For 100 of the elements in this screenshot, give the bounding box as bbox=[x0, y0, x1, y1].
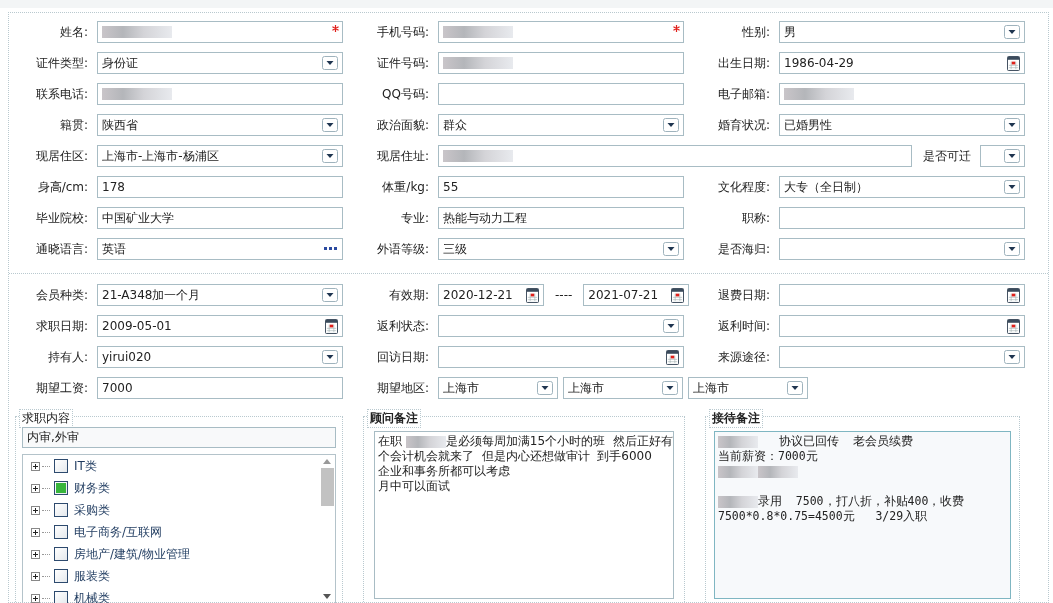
dropdown[interactable] bbox=[779, 238, 1025, 260]
tree-item[interactable]: 房地产/建筑/物业管理 bbox=[74, 545, 191, 563]
text-field[interactable] bbox=[97, 21, 343, 43]
checkbox[interactable] bbox=[54, 503, 68, 517]
checkbox[interactable] bbox=[54, 569, 68, 583]
dropdown[interactable]: 已婚男性 bbox=[779, 114, 1025, 136]
notes-textarea[interactable]: 在职 是必须每周加满15个小时的班 然后正好有 个会计机会就来了 但是内心还想做审计 到手6000 企业和事务所都可以考虑 月中可以面试 bbox=[374, 431, 674, 599]
field-label: 期望工资: bbox=[34, 380, 88, 397]
text-field[interactable]: 内审,外审 bbox=[22, 427, 336, 448]
fieldset-title: 顾问备注 bbox=[367, 409, 421, 428]
text-field[interactable] bbox=[438, 21, 684, 43]
expand-icon[interactable] bbox=[31, 549, 40, 559]
date-field[interactable] bbox=[438, 346, 684, 368]
lookup-field[interactable]: 英语 bbox=[97, 238, 343, 260]
dropdown[interactable]: 三级 bbox=[438, 238, 684, 260]
checkbox[interactable] bbox=[54, 481, 68, 495]
scrollbar-thumb[interactable] bbox=[320, 468, 334, 506]
text-field[interactable]: 热能与动力工程 bbox=[438, 207, 684, 229]
field-label: 返利时间: bbox=[716, 318, 770, 335]
tree-item[interactable]: 机械类 bbox=[74, 589, 110, 603]
blurred-text bbox=[718, 435, 758, 448]
checkbox[interactable] bbox=[54, 459, 68, 473]
text-field[interactable] bbox=[97, 83, 343, 105]
field-label: 来源途径: bbox=[716, 349, 770, 366]
dropdown[interactable]: 上海市 bbox=[563, 377, 683, 399]
dropdown[interactable]: 大专（全日制） bbox=[779, 176, 1025, 198]
field-label: 专业: bbox=[399, 210, 429, 227]
text-field[interactable]: 55 bbox=[438, 176, 684, 198]
expand-icon[interactable] bbox=[31, 527, 40, 537]
field-label: 退费日期: bbox=[716, 287, 770, 304]
dropdown[interactable]: 上海市 bbox=[438, 377, 558, 399]
field-label: 现居住区: bbox=[34, 148, 88, 165]
tree-item[interactable]: 服装类 bbox=[74, 567, 110, 585]
checkbox[interactable] bbox=[54, 547, 68, 561]
dropdown[interactable]: 群众 bbox=[438, 114, 684, 136]
dropdown[interactable]: 21-A348加一个月 bbox=[97, 284, 343, 306]
field-label: 体重/kg: bbox=[381, 179, 429, 196]
tree-item[interactable]: 采购类 bbox=[74, 501, 110, 519]
note-text: 是必须每周加满15个小时的班 然后正好有 bbox=[445, 434, 673, 448]
scroll-up-icon[interactable] bbox=[323, 459, 331, 464]
field-label: 婚育状况: bbox=[716, 117, 770, 134]
expand-icon[interactable] bbox=[31, 483, 40, 493]
field-label: 政治面貌: bbox=[375, 117, 429, 134]
calendar-icon bbox=[325, 318, 338, 334]
field-label: 证件号码: bbox=[375, 55, 429, 72]
field-label: 毕业院校: bbox=[34, 210, 88, 227]
text-field[interactable] bbox=[438, 52, 684, 74]
dropdown[interactable]: 男 bbox=[779, 21, 1025, 43]
note-text: 月中可以面试 bbox=[378, 479, 450, 493]
blurred-text bbox=[405, 435, 446, 448]
checkbox[interactable] bbox=[54, 525, 68, 539]
date-field[interactable] bbox=[779, 315, 1025, 337]
dropdown[interactable] bbox=[779, 346, 1025, 368]
expand-icon[interactable] bbox=[31, 461, 40, 471]
note-text: 企业和事务所都可以考虑 bbox=[378, 464, 510, 478]
fieldset-title: 求职内容 bbox=[19, 409, 73, 428]
dropdown[interactable] bbox=[980, 145, 1025, 167]
date-field[interactable] bbox=[779, 284, 1025, 306]
note-text: 个会计机会就来了 但是内心还想做审计 到手6000 bbox=[378, 449, 652, 463]
text-field[interactable] bbox=[779, 83, 1025, 105]
dropdown[interactable]: 陕西省 bbox=[97, 114, 343, 136]
notes-textarea[interactable]: 协议已回传 老会员续费 当前薪资：7000元 录用 7500，打八折，补贴400，收费 7500*0.8*0.75=4500元 3/29入职 bbox=[714, 431, 1011, 599]
expand-icon[interactable] bbox=[31, 571, 40, 581]
date-field[interactable]: 2009-05-01 bbox=[97, 315, 343, 337]
field-label: 电子邮箱: bbox=[716, 86, 770, 103]
field-label: 证件类型: bbox=[34, 55, 88, 72]
tree-item[interactable]: 电子商务/互联网 bbox=[74, 523, 163, 541]
checkbox[interactable] bbox=[54, 591, 68, 603]
field-label: 职称: bbox=[740, 210, 770, 227]
field-label: 出生日期: bbox=[716, 55, 770, 72]
text-field[interactable]: 中国矿业大学 bbox=[97, 207, 343, 229]
scroll-down-icon[interactable] bbox=[323, 594, 331, 599]
blurred-text bbox=[718, 495, 758, 508]
fieldset-title: 接待备注 bbox=[709, 409, 763, 428]
field-label: 联系电话: bbox=[34, 86, 88, 103]
calendar-icon bbox=[671, 287, 685, 303]
calendar-icon bbox=[666, 349, 679, 365]
field-label: 有效期: bbox=[387, 287, 429, 304]
note-text: 录用 7500，打八折，补贴400，收费 bbox=[758, 494, 965, 508]
field-label: 通晓语言: bbox=[34, 241, 88, 258]
text-field[interactable] bbox=[779, 207, 1025, 229]
dropdown[interactable]: 上海市-上海市-杨浦区 bbox=[97, 145, 343, 167]
field-label: QQ号码: bbox=[381, 86, 429, 103]
text-field[interactable] bbox=[438, 83, 684, 105]
dropdown[interactable]: 身份证 bbox=[97, 52, 343, 74]
date-field[interactable]: 2020-12-21 bbox=[438, 284, 544, 306]
dropdown[interactable]: 上海市 bbox=[688, 377, 808, 399]
date-field[interactable]: 2021-07-21 bbox=[583, 284, 690, 306]
field-label: 籍贯: bbox=[58, 117, 88, 134]
expand-icon[interactable] bbox=[31, 505, 40, 515]
tree-item[interactable]: IT类 bbox=[74, 457, 97, 475]
dropdown[interactable] bbox=[438, 315, 684, 337]
blurred-text bbox=[718, 465, 758, 478]
text-field[interactable]: 7000 bbox=[97, 377, 343, 399]
text-field[interactable] bbox=[438, 145, 912, 167]
expand-icon[interactable] bbox=[31, 593, 40, 603]
date-field[interactable]: 1986-04-29 bbox=[779, 52, 1025, 74]
tree-item[interactable]: 财务类 bbox=[74, 479, 110, 497]
dropdown[interactable]: yirui020 bbox=[97, 346, 343, 368]
text-field[interactable]: 178 bbox=[97, 176, 343, 198]
